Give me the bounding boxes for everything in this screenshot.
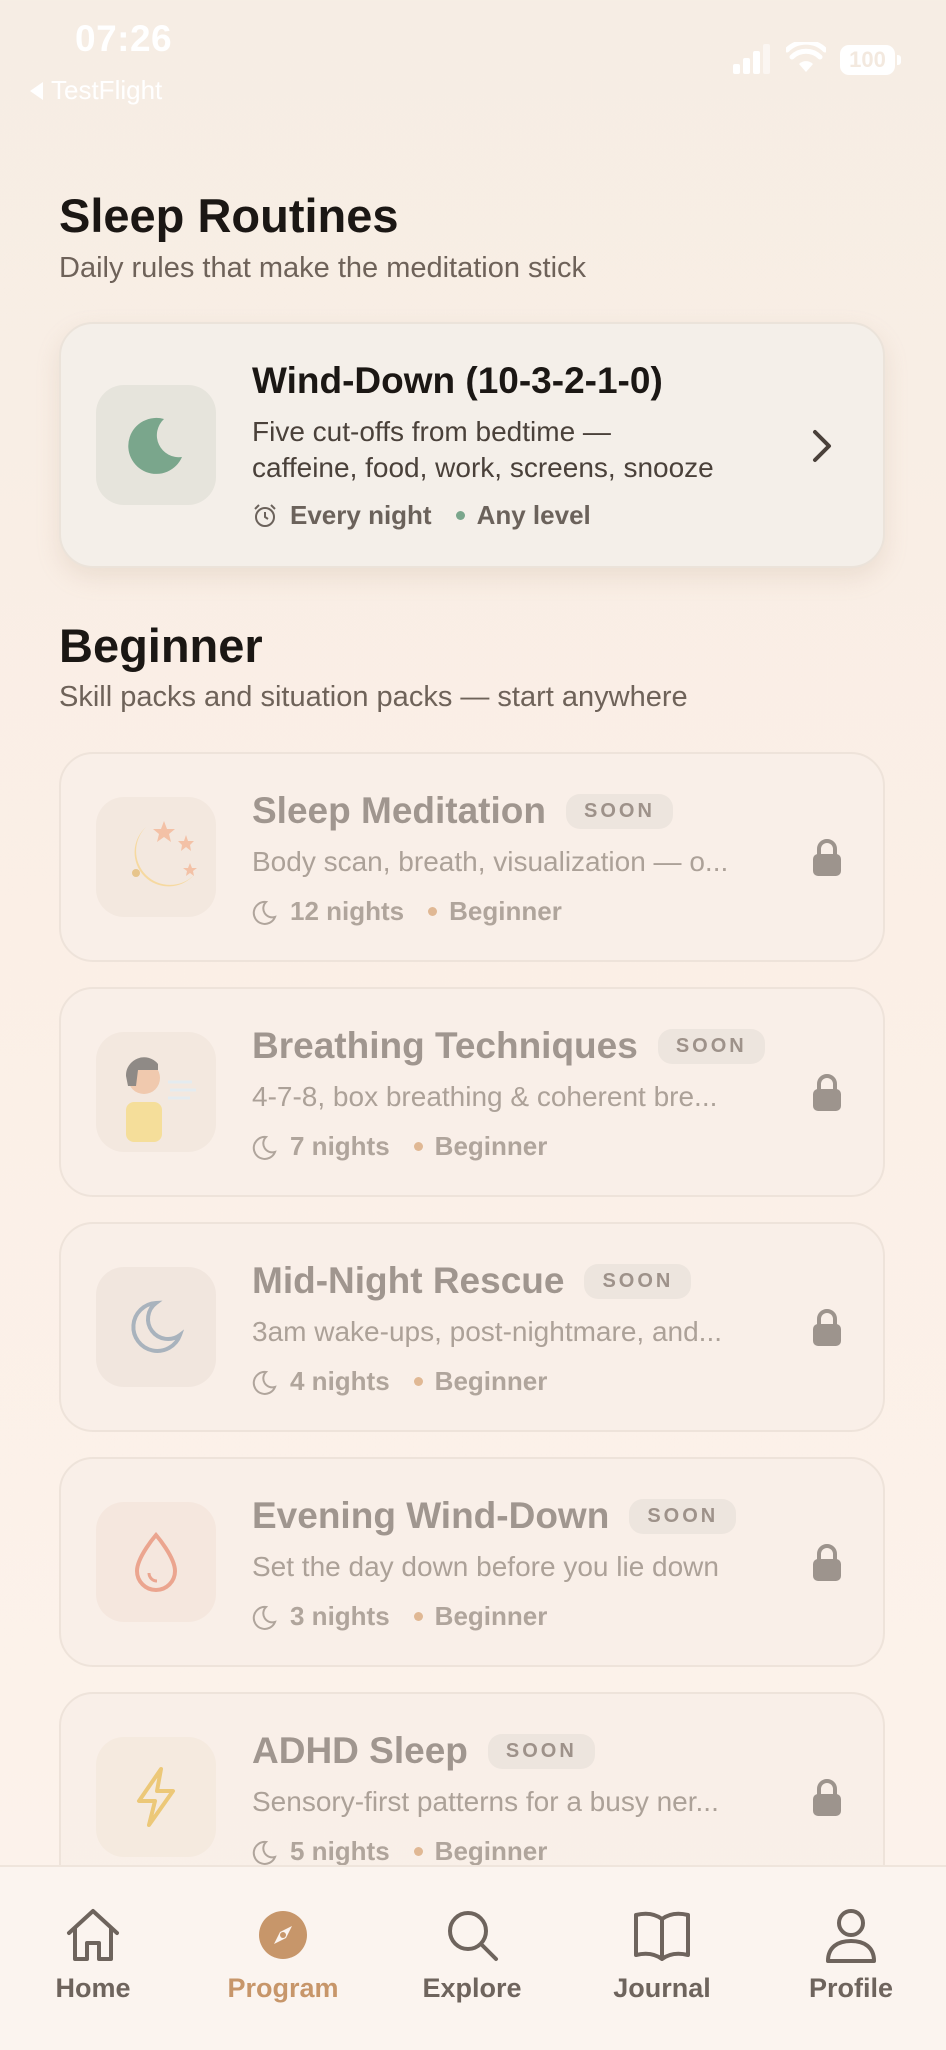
pack-nights: 12 nights [290,896,405,926]
alarm-icon [254,503,276,527]
compass-icon [259,1911,307,1959]
battery-icon: 100 [840,45,901,75]
lock-icon [813,1779,841,1816]
home-icon [67,1909,119,1961]
level-dot [413,1377,423,1386]
pack-title: Sleep Meditation [252,790,546,831]
level-dot [428,907,438,916]
tab-label: Home [55,1973,131,2003]
pack-title: Mid-Night Rescue [252,1260,565,1301]
tab-label: Journal [613,1973,711,2003]
pack-title-row: Evening Wind-Down SOON [252,1495,737,1537]
beginner-subtitle: Skill packs and situation packs — start … [59,681,688,713]
pack-card-mid-night-rescue[interactable]: Mid-Night Rescue SOON 3am wake-ups, post… [59,1222,885,1432]
routine-frequency: Every night [290,500,432,530]
tab-explore[interactable]: Explore [397,1907,547,2004]
tab-bar: Home Program Explore Journal Profile [0,1865,946,2050]
pack-desc: Set the day down before you lie down [252,1551,719,1582]
pack-card-breathing-techniques[interactable]: Breathing Techniques SOON 4-7-8, box bre… [59,987,885,1197]
pack-nights: 7 nights [290,1131,390,1161]
moon-stars-icon [96,797,216,917]
lock-icon [813,1544,841,1581]
wind-down-routine-card[interactable]: Wind-Down (10-3-2-1-0) Five cut-offs fro… [59,322,885,568]
pack-card-evening-wind-down[interactable]: Evening Wind-Down SOON Set the day down … [59,1457,885,1667]
routine-title: Wind-Down (10-3-2-1-0) [252,360,663,401]
level-dot [413,1612,423,1621]
back-arrow-icon [30,81,43,100]
pack-desc: 4-7-8, box breathing & coherent bre... [252,1081,718,1112]
moon-small-icon [252,1840,277,1865]
person-icon [826,1909,876,1963]
soon-badge: SOON [487,1733,595,1769]
pack-title: Evening Wind-Down [252,1495,610,1536]
level-dot [455,511,465,520]
routine-desc-line1: Five cut-offs from bedtime — [252,416,611,447]
pack-card-sleep-meditation[interactable]: Sleep Meditation SOON Body scan, breath,… [59,752,885,962]
moon-small-icon [252,900,277,925]
pack-title: Breathing Techniques [252,1025,638,1066]
pack-level: Beginner [434,1131,548,1161]
routine-meta: Every night Any level [252,500,591,531]
pack-meta: 3 nights Beginner [252,1601,547,1632]
tab-label: Profile [808,1973,894,2003]
pack-nights: 4 nights [290,1366,390,1396]
chevron-right-icon [813,430,831,462]
routine-level: Any level [476,500,591,530]
pack-title-row: Mid-Night Rescue SOON [252,1260,692,1302]
wifi-icon [786,42,826,72]
person-breathing-icon [96,1032,216,1152]
soon-badge: SOON [629,1498,737,1534]
signal-icon [733,44,770,74]
pack-meta: 4 nights Beginner [252,1366,547,1397]
back-label: TestFlight [51,75,163,105]
pack-title-row: Sleep Meditation SOON [252,790,673,832]
pack-level: Beginner [434,1366,548,1396]
beginner-title: Beginner [59,619,263,672]
pack-meta: 7 nights Beginner [252,1131,547,1162]
routines-title: Sleep Routines [59,189,399,242]
pack-nights: 3 nights [290,1601,390,1631]
pack-desc: Sensory-first patterns for a busy ner... [252,1786,719,1817]
lightning-icon [96,1737,216,1857]
drop-icon [96,1502,216,1622]
routine-desc-line2: caffeine, food, work, screens, snooze [252,452,714,483]
pack-desc: Body scan, breath, visualization — o... [252,846,729,877]
lock-icon [813,1074,841,1111]
routines-subtitle: Daily rules that make the meditation sti… [59,252,587,284]
pack-title: ADHD Sleep [252,1730,468,1771]
soon-badge: SOON [565,793,673,829]
pack-meta: 5 nights Beginner [252,1836,547,1867]
pack-level: Beginner [449,896,562,926]
pack-meta: 12 nights Beginner [252,896,562,927]
tab-journal[interactable]: Journal [587,1907,737,2004]
level-dot [413,1142,423,1151]
level-dot [413,1847,423,1856]
soon-badge: SOON [657,1028,765,1064]
book-icon [634,1911,690,1961]
crescent-icon [96,1267,216,1387]
moon-icon [96,385,216,505]
tab-profile[interactable]: Profile [776,1907,926,2004]
tab-label: Explore [422,1973,522,2003]
soon-badge: SOON [584,1263,692,1299]
status-bar: 07:26 TestFlight 100 [0,0,946,110]
back-to-testflight[interactable]: TestFlight [30,75,162,106]
lock-icon [813,1309,841,1346]
tab-program[interactable]: Program [208,1907,358,2004]
pack-nights: 5 nights [290,1836,390,1866]
tab-label: Program [227,1973,339,2003]
pack-title-row: ADHD Sleep SOON [252,1730,595,1772]
lock-icon [813,839,841,876]
moon-small-icon [252,1370,277,1395]
pack-level: Beginner [434,1601,548,1631]
search-icon [448,1911,498,1961]
moon-small-icon [252,1605,277,1630]
pack-title-row: Breathing Techniques SOON [252,1025,765,1067]
moon-small-icon [252,1135,277,1160]
status-time: 07:26 [75,18,173,59]
pack-desc: 3am wake-ups, post-nightmare, and... [252,1316,723,1347]
tab-home[interactable]: Home [18,1907,168,2004]
pack-level: Beginner [434,1836,548,1866]
